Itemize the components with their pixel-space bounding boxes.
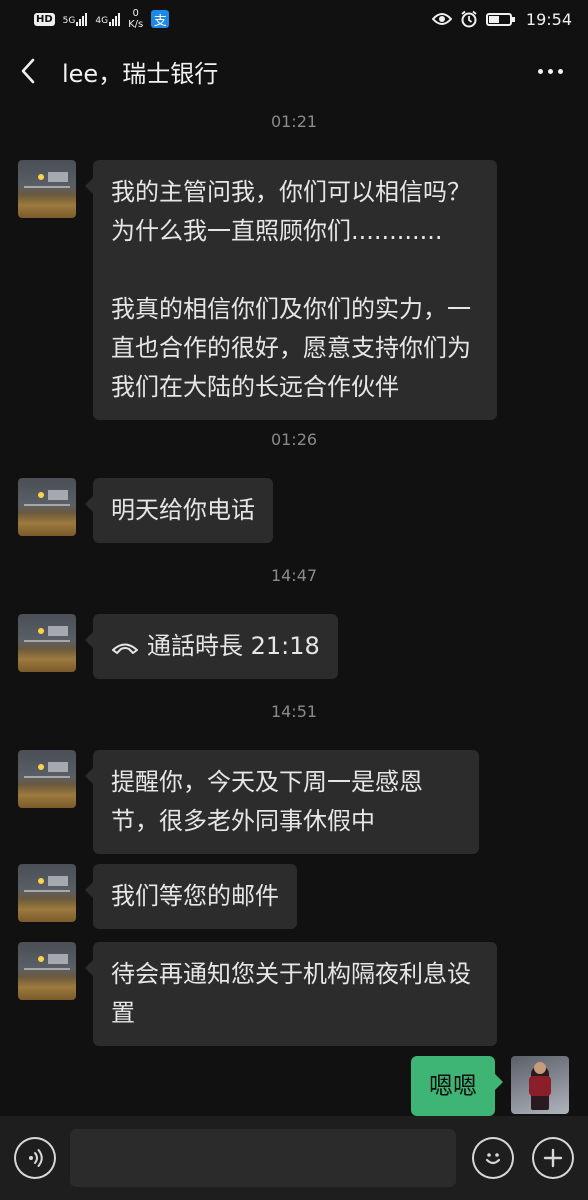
back-button[interactable] <box>18 51 54 91</box>
alarm-icon <box>461 10 477 28</box>
alipay-notification-icon: 支 <box>151 10 170 29</box>
message-text: 明天给你电话 <box>111 496 255 524</box>
message-bubble[interactable]: 明天给你电话 <box>85 478 273 543</box>
input-bar <box>0 1116 588 1200</box>
more-dot-icon <box>547 68 553 74</box>
phone-hangup-icon <box>112 643 138 654</box>
back-arrow-icon <box>21 58 35 84</box>
contact-avatar[interactable] <box>18 864 76 922</box>
more-dot-icon <box>557 68 563 74</box>
message-text: 我的主管问我，你们可以相信吗？为什么我一直照顾你们............ <box>111 178 471 245</box>
message-bubble[interactable]: 我的主管问我，你们可以相信吗？为什么我一直照顾你们............ 我真… <box>85 160 497 420</box>
network-speed-unit: K/s <box>128 19 144 30</box>
message-text: 待会再通知您关于机构隔夜利息设置 <box>111 960 471 1027</box>
voice-input-button[interactable] <box>14 1137 56 1179</box>
more-dot-icon <box>537 68 543 74</box>
message-text: 嗯嗯 <box>429 1072 477 1100</box>
network-speed: 0 K/s <box>128 8 143 30</box>
message-bubble[interactable]: 待会再通知您关于机构隔夜利息设置 <box>85 942 497 1046</box>
hd-badge: HD <box>34 12 55 26</box>
message-list[interactable]: 01:21 我的主管问我，你们可以相信吗？为什么我一直照顾你们.........… <box>0 104 588 1116</box>
contact-avatar[interactable] <box>18 160 76 218</box>
battery-icon <box>485 12 515 26</box>
contact-avatar[interactable] <box>18 750 76 808</box>
message-text: 我们等您的邮件 <box>111 882 279 910</box>
message-bubble-self[interactable]: 嗯嗯 <box>411 1056 503 1116</box>
contact-avatar[interactable] <box>18 478 76 536</box>
message-timestamp: 01:26 <box>270 430 318 449</box>
voice-icon <box>28 1149 43 1167</box>
self-avatar[interactable] <box>511 1056 569 1114</box>
signal-4g-icon: 4G <box>95 12 121 26</box>
contact-avatar[interactable] <box>18 614 76 672</box>
eye-icon <box>431 13 452 25</box>
message-input[interactable] <box>69 1129 457 1187</box>
signal-5g-icon: 5G <box>62 12 88 26</box>
message-timestamp: 01:21 <box>270 112 318 131</box>
more-options-button[interactable] <box>530 51 570 91</box>
contact-avatar[interactable] <box>18 942 76 1000</box>
emoji-icon <box>486 1153 501 1165</box>
message-text: 我真的相信你们及你们的实力，一直也合作的很好，愿意支持你们为我们在大陆的长远合作… <box>111 295 471 401</box>
clock: 19:54 <box>525 9 572 29</box>
message-text: 提醒你，今天及下周一是感恩节，很多老外同事休假中 <box>111 768 423 835</box>
plus-icon <box>543 1148 563 1168</box>
message-timestamp: 14:47 <box>270 566 318 585</box>
status-right: 19:54 <box>431 9 572 29</box>
message-bubble[interactable]: 提醒你，今天及下周一是感恩节，很多老外同事休假中 <box>85 750 479 854</box>
chat-header: lee，瑞士银行 <box>0 38 588 104</box>
signal-4g-label: 4G <box>95 15 109 26</box>
status-left: HD 5G 4G 0 K/s 支 <box>34 8 170 30</box>
chat-title: lee，瑞士银行 <box>62 59 219 88</box>
message-timestamp: 14:51 <box>270 702 318 721</box>
call-duration-text: 通話時長 21:18 <box>147 632 320 660</box>
more-functions-button[interactable] <box>532 1137 575 1179</box>
network-speed-value: 0 <box>132 8 139 19</box>
status-bar: HD 5G 4G 0 K/s 支 19:54 <box>0 0 588 38</box>
message-bubble[interactable]: 我们等您的邮件 <box>85 864 297 929</box>
voice-call-record[interactable]: 通話時長 21:18 <box>85 614 338 679</box>
emoji-button[interactable] <box>472 1137 515 1179</box>
signal-5g-label: 5G <box>62 15 76 26</box>
